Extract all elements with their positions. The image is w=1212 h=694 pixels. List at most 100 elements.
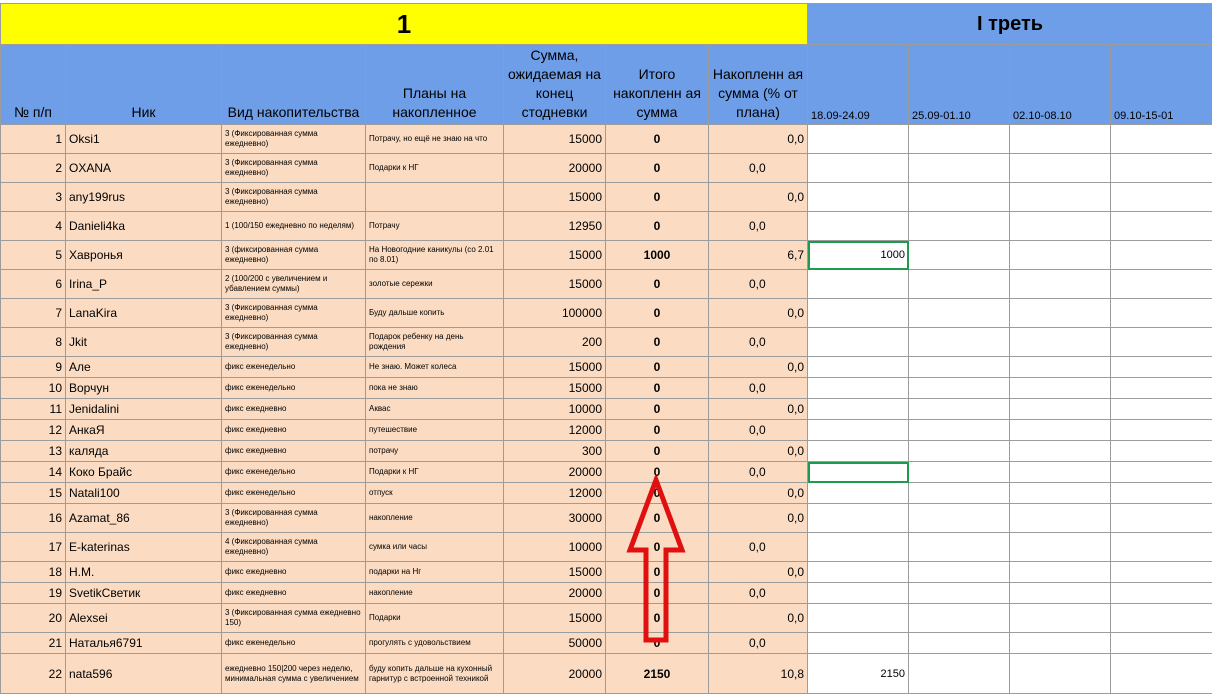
- nick-cell[interactable]: OXANA: [65, 153, 222, 183]
- nick-cell[interactable]: Наталья6791: [65, 632, 222, 654]
- total-cell[interactable]: 0: [605, 124, 709, 154]
- plan-cell[interactable]: накопление: [365, 582, 504, 604]
- week-2-cell[interactable]: [908, 503, 1011, 533]
- week-2-cell[interactable]: [908, 182, 1011, 212]
- row-number[interactable]: 4: [0, 211, 66, 241]
- row-number[interactable]: 6: [0, 269, 66, 299]
- expected-sum-cell[interactable]: 300: [503, 440, 606, 462]
- week-1-cell[interactable]: [807, 419, 910, 441]
- saving-type-cell[interactable]: фикс еженедельно: [221, 482, 366, 504]
- plan-cell[interactable]: Не знаю. Может колеса: [365, 356, 504, 378]
- week-2-cell[interactable]: [908, 419, 1011, 441]
- week-1-cell[interactable]: [807, 561, 910, 583]
- week-2-cell[interactable]: [908, 124, 1011, 154]
- plan-cell[interactable]: Подарки к НГ: [365, 153, 504, 183]
- plan-cell[interactable]: Потрачу, но ещё не знаю на что: [365, 124, 504, 154]
- expected-sum-cell[interactable]: 20000: [503, 153, 606, 183]
- nick-cell[interactable]: Ворчун: [65, 377, 222, 399]
- week-4-cell[interactable]: [1110, 603, 1212, 633]
- saving-type-cell[interactable]: фикс еженедельно: [221, 632, 366, 654]
- percent-cell[interactable]: 0,0: [707, 398, 809, 420]
- percent-cell[interactable]: 0,0: [707, 603, 809, 633]
- week-3-cell[interactable]: [1009, 398, 1112, 420]
- week-1-cell[interactable]: [807, 298, 910, 328]
- percent-cell[interactable]: 0,0: [707, 482, 809, 504]
- week-3-cell[interactable]: [1009, 532, 1112, 562]
- week-3-cell[interactable]: [1009, 377, 1112, 399]
- week-4-cell[interactable]: [1110, 240, 1212, 270]
- week-3-cell[interactable]: [1009, 356, 1112, 378]
- percent-cell[interactable]: 0,0: [707, 153, 809, 183]
- week-3-cell[interactable]: [1009, 240, 1112, 270]
- nick-cell[interactable]: Danieli4ka: [65, 211, 222, 241]
- week-2-cell[interactable]: [908, 532, 1011, 562]
- week-3-cell[interactable]: [1009, 153, 1112, 183]
- week-3-cell[interactable]: [1009, 582, 1112, 604]
- header-week-2[interactable]: 25.09-01.10: [908, 44, 1011, 125]
- block-title-cell[interactable]: 1: [0, 3, 809, 45]
- nick-cell[interactable]: Jkit: [65, 327, 222, 357]
- expected-sum-cell[interactable]: 15000: [503, 356, 606, 378]
- week-4-cell[interactable]: [1110, 182, 1212, 212]
- week-4-cell[interactable]: [1110, 153, 1212, 183]
- row-number[interactable]: 5: [0, 240, 66, 270]
- expected-sum-cell[interactable]: 15000: [503, 240, 606, 270]
- total-cell[interactable]: 0: [605, 153, 709, 183]
- week-4-cell[interactable]: [1110, 398, 1212, 420]
- week-4-cell[interactable]: [1110, 440, 1212, 462]
- row-number[interactable]: 3: [0, 182, 66, 212]
- saving-type-cell[interactable]: 3 (Фиксированная сумма ежедневно): [221, 124, 366, 154]
- week-3-cell[interactable]: [1009, 419, 1112, 441]
- expected-sum-cell[interactable]: 100000: [503, 298, 606, 328]
- percent-cell[interactable]: 0,0: [707, 269, 809, 299]
- percent-cell[interactable]: 0,0: [707, 503, 809, 533]
- percent-cell[interactable]: 0,0: [707, 561, 809, 583]
- row-number[interactable]: 16: [0, 503, 66, 533]
- week-4-cell[interactable]: [1110, 377, 1212, 399]
- total-cell[interactable]: 2150: [605, 653, 709, 694]
- week-2-cell[interactable]: [908, 461, 1011, 483]
- expected-sum-cell[interactable]: 15000: [503, 182, 606, 212]
- expected-sum-cell[interactable]: 30000: [503, 503, 606, 533]
- period-title-cell[interactable]: I треть: [807, 3, 1212, 45]
- week-1-cell[interactable]: [807, 532, 910, 562]
- week-4-cell[interactable]: [1110, 356, 1212, 378]
- nick-cell[interactable]: АнкаЯ: [65, 419, 222, 441]
- plan-cell[interactable]: накопление: [365, 503, 504, 533]
- plan-cell[interactable]: прогулять с удовольствием: [365, 632, 504, 654]
- expected-sum-cell[interactable]: 10000: [503, 398, 606, 420]
- nick-cell[interactable]: Azamat_86: [65, 503, 222, 533]
- percent-cell[interactable]: 0,0: [707, 182, 809, 212]
- percent-cell[interactable]: 0,0: [707, 327, 809, 357]
- week-3-cell[interactable]: [1009, 211, 1112, 241]
- header-num[interactable]: № п/п: [0, 44, 66, 125]
- plan-cell[interactable]: Подарки: [365, 603, 504, 633]
- week-3-cell[interactable]: [1009, 327, 1112, 357]
- total-cell[interactable]: 0: [605, 298, 709, 328]
- percent-cell[interactable]: 6,7: [707, 240, 809, 270]
- week-4-cell[interactable]: [1110, 632, 1212, 654]
- expected-sum-cell[interactable]: 10000: [503, 532, 606, 562]
- week-2-cell[interactable]: [908, 327, 1011, 357]
- expected-sum-cell[interactable]: 12000: [503, 419, 606, 441]
- saving-type-cell[interactable]: 3 (фиксированная сумма ежедневно): [221, 240, 366, 270]
- nick-cell[interactable]: Jenidalini: [65, 398, 222, 420]
- saving-type-cell[interactable]: 3 (Фиксированная сумма ежедневно): [221, 298, 366, 328]
- week-1-cell[interactable]: [807, 398, 910, 420]
- nick-cell[interactable]: nata596: [65, 653, 222, 694]
- total-cell[interactable]: 0: [605, 419, 709, 441]
- saving-type-cell[interactable]: фикс еженедельно: [221, 461, 366, 483]
- plan-cell[interactable]: золотые сережки: [365, 269, 504, 299]
- week-3-cell[interactable]: [1009, 124, 1112, 154]
- nick-cell[interactable]: Natali100: [65, 482, 222, 504]
- nick-cell[interactable]: Коко Брайс: [65, 461, 222, 483]
- header-week-3[interactable]: 02.10-08.10: [1009, 44, 1112, 125]
- nick-cell[interactable]: SvetikСветик: [65, 582, 222, 604]
- percent-cell[interactable]: 0,0: [707, 377, 809, 399]
- total-cell[interactable]: 0: [605, 377, 709, 399]
- week-1-cell[interactable]: [807, 440, 910, 462]
- saving-type-cell[interactable]: фикс ежедневно: [221, 440, 366, 462]
- week-4-cell[interactable]: [1110, 327, 1212, 357]
- week-1-cell[interactable]: [807, 582, 910, 604]
- percent-cell[interactable]: 0,0: [707, 440, 809, 462]
